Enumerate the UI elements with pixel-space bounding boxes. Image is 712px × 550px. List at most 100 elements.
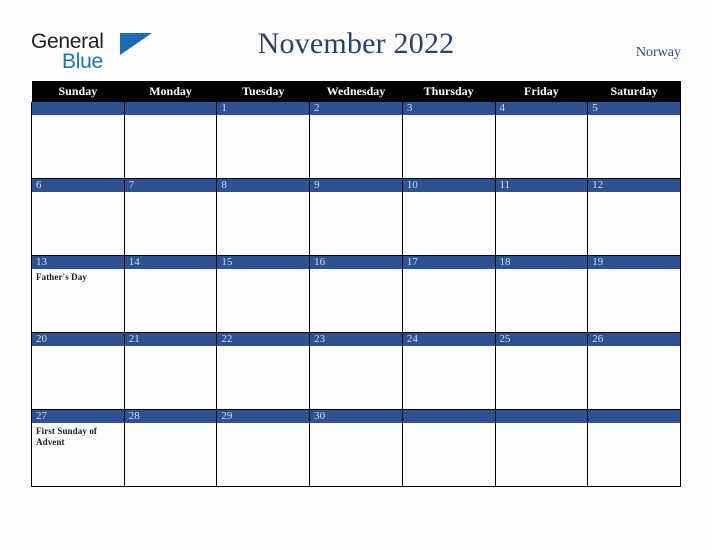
weekday-header-saturday: Saturday — [587, 81, 681, 102]
day-number: 27 — [32, 410, 124, 423]
calendar-day-cell[interactable]: 26 — [587, 332, 681, 410]
calendar-page: General Blue November 2022 Norway Sunday… — [0, 0, 712, 550]
day-events — [403, 346, 495, 349]
calendar-grid: Sunday Monday Tuesday Wednesday Thursday… — [31, 81, 681, 487]
day-number: 23 — [310, 333, 402, 346]
calendar-day-cell[interactable]: 2 — [309, 102, 403, 179]
day-cell-content: 14 — [124, 256, 217, 332]
calendar-day-cell[interactable]: 20 — [31, 332, 125, 410]
calendar-day-cell[interactable]: 29 — [216, 409, 311, 487]
calendar-day-cell[interactable]: 6 — [31, 178, 125, 256]
day-events — [125, 346, 217, 349]
calendar-day-cell[interactable]: 7 — [123, 178, 218, 256]
weekday-header-sunday: Sunday — [31, 81, 125, 102]
day-events — [588, 423, 680, 426]
calendar-day-cell[interactable]: 23 — [309, 332, 403, 410]
calendar-day-cell[interactable] — [123, 102, 218, 179]
calendar-day-cell[interactable]: 17 — [401, 255, 496, 333]
calendar-day-cell[interactable]: 16 — [309, 255, 403, 333]
day-events — [217, 115, 309, 118]
calendar-day-cell[interactable]: 24 — [401, 332, 496, 410]
day-events — [588, 192, 680, 195]
day-cell-content: 9 — [310, 179, 402, 255]
day-cell-content: 26 — [588, 333, 680, 409]
calendar-day-cell[interactable]: 22 — [216, 332, 311, 410]
day-number: 26 — [588, 333, 680, 346]
day-cell-content: 11 — [495, 179, 588, 255]
day-cell-content: 28 — [124, 410, 217, 486]
calendar-day-cell[interactable] — [587, 409, 681, 487]
day-number: 30 — [310, 410, 402, 423]
calendar-week-row: 13 Father's Day 14 15 16 17 18 19 — [31, 255, 681, 333]
weekday-header-wednesday: Wednesday — [309, 81, 403, 102]
day-cell-content: 21 — [124, 333, 217, 409]
day-events — [310, 269, 402, 272]
day-number: 13 — [32, 256, 124, 269]
calendar-day-cell[interactable]: 15 — [216, 255, 311, 333]
day-cell-content: 17 — [402, 256, 495, 332]
day-number — [402, 410, 495, 423]
calendar-day-cell[interactable]: 1 — [216, 102, 311, 179]
day-number: 14 — [124, 256, 217, 269]
page-title: November 2022 — [257, 27, 455, 60]
calendar-week-row: 12345 — [31, 102, 681, 179]
day-number: 25 — [495, 333, 588, 346]
day-cell-content: 12 — [588, 179, 680, 255]
day-cell-content: 22 — [217, 333, 310, 409]
event-label: First Sunday of Advent — [36, 426, 98, 447]
day-number: 19 — [588, 256, 680, 269]
day-events — [32, 192, 124, 195]
day-number — [495, 410, 588, 423]
day-number: 17 — [402, 256, 495, 269]
calendar-body: 1 2 3 4 5 6 7 8 9 10 11 12 13 Father's Day 14 15 16 17 18 1… — [31, 102, 681, 487]
calendar-day-cell[interactable] — [494, 409, 589, 487]
day-cell-content: 7 — [124, 179, 217, 255]
calendar-day-cell[interactable]: 25 — [494, 332, 589, 410]
weekday-header-monday: Monday — [124, 81, 217, 102]
calendar-day-cell[interactable]: 9 — [309, 178, 403, 256]
calendar-day-cell[interactable]: 5 — [587, 102, 681, 179]
calendar-day-cell[interactable] — [401, 409, 496, 487]
day-events — [310, 346, 402, 349]
day-number: 16 — [310, 256, 402, 269]
day-events — [32, 346, 124, 349]
calendar-day-cell[interactable]: 12 — [587, 178, 681, 256]
calendar-day-cell[interactable]: 13 Father's Day — [31, 255, 125, 333]
day-cell-content — [402, 410, 495, 486]
day-events — [125, 115, 217, 118]
day-cell-content: 29 — [217, 410, 310, 486]
day-cell-content: 16 — [310, 256, 402, 332]
country-label: Norway — [635, 45, 681, 60]
day-number: 8 — [217, 179, 310, 192]
calendar-day-cell[interactable]: 14 — [123, 255, 218, 333]
weekday-header-tuesday: Tuesday — [216, 81, 310, 102]
day-number: 4 — [495, 102, 588, 115]
calendar-day-cell[interactable] — [31, 102, 125, 179]
day-events — [403, 192, 495, 195]
calendar-day-cell[interactable]: 18 — [494, 255, 589, 333]
day-cell-content: 10 — [402, 179, 495, 255]
day-cell-content: 23 — [310, 333, 402, 409]
day-cell-content — [495, 410, 588, 486]
day-events — [588, 269, 680, 272]
calendar-day-cell[interactable]: 11 — [494, 178, 589, 256]
calendar-day-cell[interactable]: 27 First Sunday of Advent — [31, 409, 125, 487]
calendar-day-cell[interactable]: 4 — [494, 102, 589, 179]
day-events — [217, 346, 309, 349]
calendar-week-row: 27 First Sunday of Advent 28 29 30 — [31, 409, 681, 487]
calendar-day-cell[interactable]: 21 — [123, 332, 218, 410]
day-cell-content: 1 — [217, 102, 310, 178]
calendar-day-cell[interactable]: 3 — [401, 102, 496, 179]
day-cell-content: 2 — [310, 102, 402, 178]
day-cell-content — [32, 102, 124, 178]
calendar-day-cell[interactable]: 8 — [216, 178, 311, 256]
day-events — [588, 115, 680, 118]
day-events — [125, 423, 217, 426]
day-number: 10 — [402, 179, 495, 192]
calendar-day-cell[interactable]: 10 — [401, 178, 496, 256]
day-cell-content: 4 — [495, 102, 588, 178]
calendar-day-cell[interactable]: 28 — [123, 409, 218, 487]
calendar-day-cell[interactable]: 19 — [587, 255, 681, 333]
calendar-day-cell[interactable]: 30 — [309, 409, 403, 487]
day-number: 11 — [495, 179, 588, 192]
